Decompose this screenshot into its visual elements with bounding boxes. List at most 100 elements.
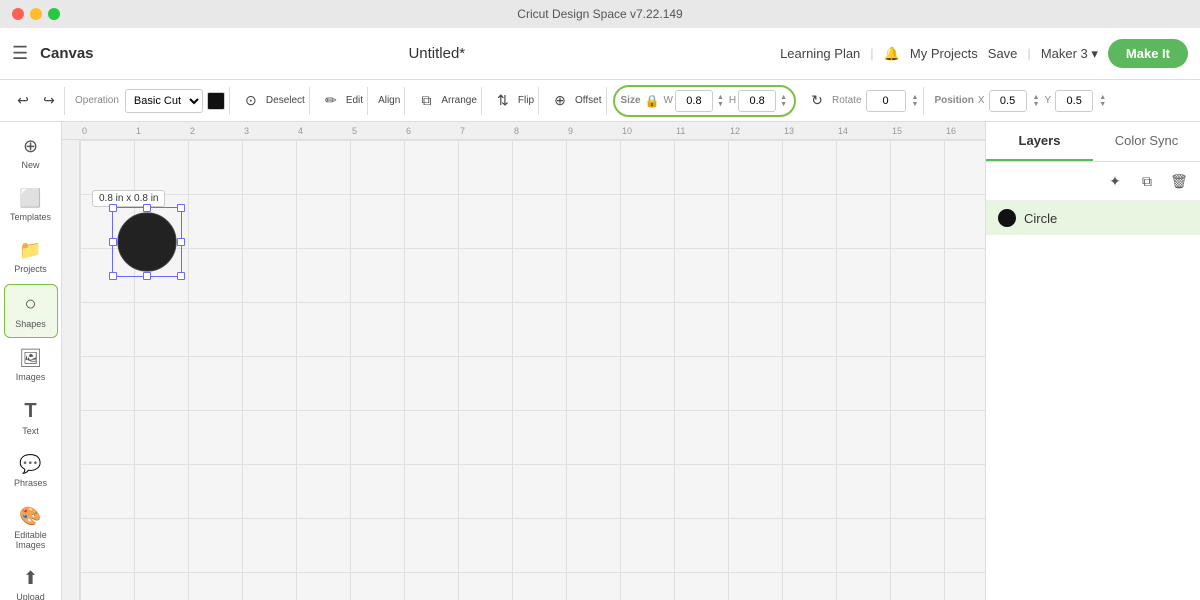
title-bar: Cricut Design Space v7.22.149 bbox=[0, 0, 1200, 28]
handle-bot-mid[interactable] bbox=[143, 272, 151, 280]
deselect-label[interactable]: Deselect bbox=[266, 95, 305, 106]
undo-redo-group: ↩ ↪ bbox=[8, 87, 65, 115]
sidebar-label-templates: Templates bbox=[10, 212, 51, 222]
notification-icon[interactable]: 🔔 bbox=[884, 46, 900, 62]
y-input[interactable] bbox=[1055, 90, 1093, 112]
panel-icon-button[interactable]: ✦ bbox=[1102, 168, 1128, 194]
right-area: Learning Plan | 🔔 My Projects Save | Mak… bbox=[780, 39, 1188, 68]
arrange-button[interactable]: ⧉ bbox=[415, 90, 437, 112]
panel-tabs: Layers Color Sync bbox=[986, 122, 1200, 162]
projects-icon: 📁 bbox=[19, 240, 41, 261]
y-spinner[interactable]: ▲ ▼ bbox=[1098, 94, 1107, 108]
maker-selector[interactable]: Maker 3 ▾ bbox=[1041, 46, 1098, 62]
canvas-grid bbox=[80, 140, 985, 600]
handle-bot-right[interactable] bbox=[177, 272, 185, 280]
height-input[interactable] bbox=[738, 90, 776, 112]
tab-layers[interactable]: Layers bbox=[986, 122, 1093, 161]
shape-dimension-label: 0.8 in x 0.8 in bbox=[92, 190, 165, 207]
layer-item-circle[interactable]: Circle bbox=[986, 201, 1200, 235]
fullscreen-button[interactable] bbox=[48, 8, 60, 20]
handle-bot-left[interactable] bbox=[109, 272, 117, 280]
sidebar-item-text[interactable]: T Text bbox=[4, 392, 58, 444]
arrange-label[interactable]: Arrange bbox=[441, 95, 477, 106]
shapes-icon: ○ bbox=[24, 293, 36, 316]
color-swatch[interactable] bbox=[207, 92, 225, 110]
flip-button[interactable]: ⇅ bbox=[492, 90, 514, 112]
layer-color-circle bbox=[998, 209, 1016, 227]
text-icon: T bbox=[24, 400, 36, 423]
operation-label: Operation bbox=[75, 95, 119, 106]
rotate-label: Rotate bbox=[832, 95, 861, 106]
panel-copy-button[interactable]: ⧉ bbox=[1134, 168, 1160, 194]
sidebar-item-projects[interactable]: 📁 Projects bbox=[4, 232, 58, 282]
width-spinner[interactable]: ▲ ▼ bbox=[716, 94, 725, 108]
sidebar-item-templates[interactable]: ⬜ Templates bbox=[4, 180, 58, 230]
phrases-icon: 💬 bbox=[19, 454, 41, 475]
size-label: Size bbox=[621, 95, 641, 106]
traffic-lights bbox=[12, 8, 60, 20]
sidebar-item-upload[interactable]: ⬆ Upload bbox=[4, 560, 58, 600]
save-button[interactable]: Save bbox=[988, 46, 1018, 61]
panel-toolbar: ✦ ⧉ 🗑 bbox=[986, 162, 1200, 201]
menu-icon[interactable]: ☰ bbox=[12, 43, 28, 64]
ruler-horizontal: 0 1 2 3 4 5 6 7 8 9 10 11 12 13 14 15 16 bbox=[62, 122, 985, 140]
arrange-group: ⧉ Arrange bbox=[411, 87, 482, 115]
close-button[interactable] bbox=[12, 8, 24, 20]
redo-button[interactable]: ↪ bbox=[38, 90, 60, 112]
handle-top-mid[interactable] bbox=[143, 204, 151, 212]
height-wrap: H ▲ ▼ bbox=[729, 90, 788, 112]
canvas-area[interactable]: 0 1 2 3 4 5 6 7 8 9 10 11 12 13 14 15 16 bbox=[62, 122, 985, 600]
handle-top-left[interactable] bbox=[109, 204, 117, 212]
height-spinner[interactable]: ▲ ▼ bbox=[779, 94, 788, 108]
align-label[interactable]: Align bbox=[378, 95, 400, 106]
ruler-vertical bbox=[62, 140, 80, 600]
sidebar-item-new[interactable]: ⊕ New bbox=[4, 128, 58, 178]
offset-button[interactable]: ⊕ bbox=[549, 90, 571, 112]
app-title: Cricut Design Space v7.22.149 bbox=[517, 7, 682, 21]
h-label: H bbox=[729, 95, 736, 106]
rotate-group: ↻ Rotate ▲ ▼ bbox=[802, 87, 924, 115]
operation-select[interactable]: Basic Cut bbox=[125, 89, 203, 113]
panel-delete-button[interactable]: 🗑 bbox=[1166, 168, 1192, 194]
handle-top-right[interactable] bbox=[177, 204, 185, 212]
edit-button[interactable]: ✏ bbox=[320, 90, 342, 112]
x-spinner[interactable]: ▲ ▼ bbox=[1032, 94, 1041, 108]
undo-button[interactable]: ↩ bbox=[12, 90, 34, 112]
sidebar-label-shapes: Shapes bbox=[15, 319, 46, 329]
main-layout: ⊕ New ⬜ Templates 📁 Projects ○ Shapes 🖼 … bbox=[0, 122, 1200, 600]
edit-group: ✏ Edit bbox=[316, 87, 368, 115]
edit-label[interactable]: Edit bbox=[346, 95, 363, 106]
offset-label[interactable]: Offset bbox=[575, 95, 602, 106]
minimize-button[interactable] bbox=[30, 8, 42, 20]
flip-group: ⇅ Flip bbox=[488, 87, 539, 115]
shape-selection[interactable] bbox=[112, 207, 182, 277]
x-input[interactable] bbox=[989, 90, 1027, 112]
rotate-spinner[interactable]: ▲ ▼ bbox=[911, 94, 920, 108]
tab-colorsync-label: Color Sync bbox=[1115, 133, 1179, 148]
sidebar-item-phrases[interactable]: 💬 Phrases bbox=[4, 446, 58, 496]
sidebar-item-editable-images[interactable]: 🎨 EditableImages bbox=[4, 498, 58, 558]
tab-colorsync[interactable]: Color Sync bbox=[1093, 122, 1200, 161]
toolbar: ↩ ↪ Operation Basic Cut ⊙ Deselect ✏ Edi… bbox=[0, 80, 1200, 122]
left-sidebar: ⊕ New ⬜ Templates 📁 Projects ○ Shapes 🖼 … bbox=[0, 122, 62, 600]
handle-mid-right[interactable] bbox=[177, 238, 185, 246]
width-input[interactable] bbox=[675, 90, 713, 112]
make-it-button[interactable]: Make It bbox=[1108, 39, 1188, 68]
position-group: Position X ▲ ▼ Y ▲ ▼ bbox=[930, 87, 1111, 115]
images-icon: 🖼 bbox=[19, 348, 42, 369]
learning-plan[interactable]: Learning Plan bbox=[780, 46, 860, 61]
x-label: X bbox=[978, 95, 985, 106]
flip-label[interactable]: Flip bbox=[518, 95, 534, 106]
lock-icon[interactable]: 🔒 bbox=[645, 94, 660, 108]
handle-mid-left[interactable] bbox=[109, 238, 117, 246]
sidebar-label-editable-images: EditableImages bbox=[14, 530, 47, 550]
sidebar-item-shapes[interactable]: ○ Shapes bbox=[4, 284, 58, 338]
my-projects-link[interactable]: My Projects bbox=[910, 46, 978, 61]
sidebar-label-phrases: Phrases bbox=[14, 478, 47, 488]
sidebar-item-images[interactable]: 🖼 Images bbox=[4, 340, 58, 390]
canvas-label: Canvas bbox=[40, 45, 93, 62]
deselect-button[interactable]: ⊙ bbox=[240, 90, 262, 112]
width-wrap: W ▲ ▼ bbox=[663, 90, 724, 112]
rotate-input[interactable] bbox=[866, 90, 906, 112]
circle-shape bbox=[113, 208, 181, 276]
